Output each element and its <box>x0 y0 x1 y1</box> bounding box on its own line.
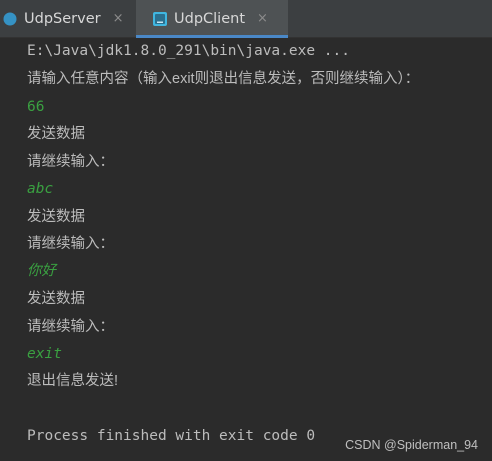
csdn-watermark: CSDN @Spiderman_94 <box>345 438 478 452</box>
tab-udpserver[interactable]: UdpServer × <box>0 0 136 37</box>
console-output-line: 发送数据 <box>27 291 85 307</box>
console-output-line: 发送数据 <box>27 126 85 142</box>
console-input-line: abc <box>27 181 54 197</box>
close-icon[interactable]: × <box>257 11 268 26</box>
console-input-line: 66 <box>27 99 45 115</box>
tab-udpclient[interactable]: UdpClient × <box>136 0 288 38</box>
console-exit-line: Process finished with exit code 0 <box>27 428 316 444</box>
console-output-line: 请输入任意内容（输入exit则退出信息发送，否则继续输入）： <box>27 71 420 87</box>
close-icon[interactable]: × <box>113 11 124 26</box>
console-input-line: exit <box>27 346 62 362</box>
tab-label: UdpServer <box>24 10 101 27</box>
editor-tab-bar: UdpServer × UdpClient × <box>0 0 492 38</box>
console-output-line: 请继续输入： <box>27 154 114 170</box>
console-output-line: 请继续输入： <box>27 319 114 335</box>
console-output-line: 请继续输入： <box>27 236 114 252</box>
java-class-icon <box>2 11 18 27</box>
console-input-line: 你好 <box>27 263 56 279</box>
console-output-line: 发送数据 <box>27 209 85 225</box>
run-console[interactable]: E:\Java\jdk1.8.0_291\bin\java.exe ... 请输… <box>0 38 492 461</box>
tab-label: UdpClient <box>174 10 245 27</box>
java-class-icon <box>152 11 168 27</box>
console-command-line: E:\Java\jdk1.8.0_291\bin\java.exe ... <box>27 43 351 59</box>
console-output-line: 退出信息发送! <box>27 373 119 389</box>
